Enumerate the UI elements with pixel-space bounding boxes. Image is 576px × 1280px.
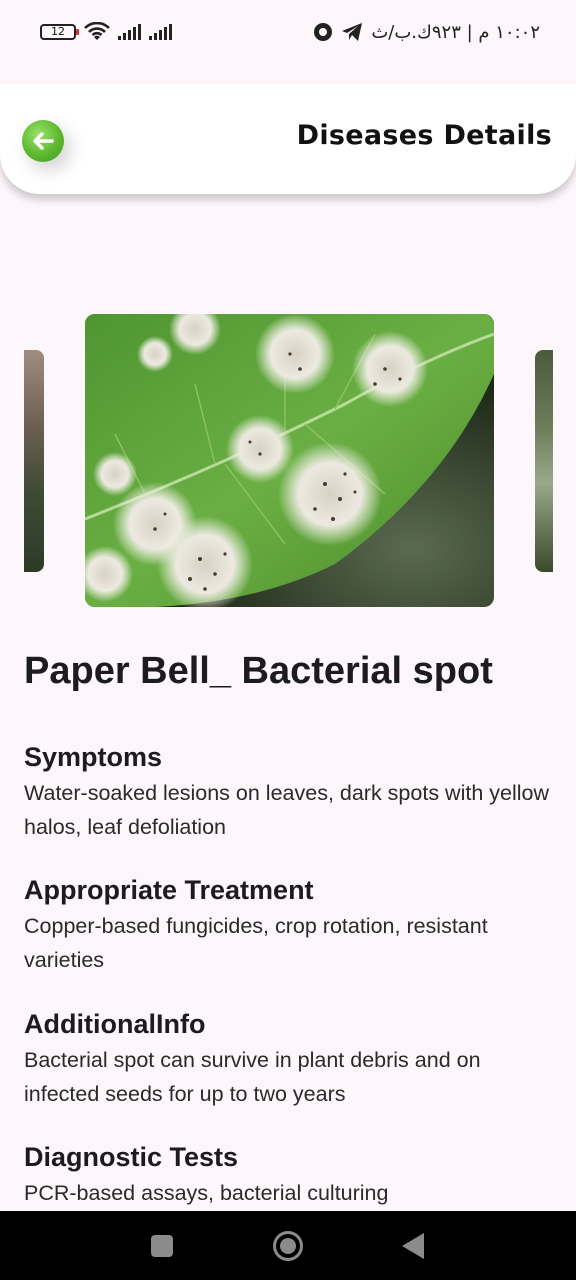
section-heading: Diagnostic Tests [24,1142,239,1172]
disease-name: Paper Bell_ Bacterial spot [24,650,493,692]
additional-info-section: AdditionalInfo Bacterial spot can surviv… [24,1007,554,1111]
status-left-icons: 12 [40,20,172,44]
section-heading: Symptoms [24,742,163,772]
section-text: PCR-based assays, bacterial culturing [24,1181,389,1205]
leaf-disease-photo [85,314,494,607]
system-nav-bar [0,1211,576,1280]
diagnostic-tests-section: Diagnostic Tests PCR-based assays, bacte… [24,1140,554,1211]
status-time: ١٠:٠٢ م | ٩٢٣ك.ب/ث [371,21,540,43]
disease-image[interactable] [85,314,494,607]
wifi-icon [84,22,110,40]
section-heading: AdditionalInfo [24,1009,206,1039]
signal-icon [118,24,141,40]
symptoms-section: Symptoms Water-soaked lesions on leaves,… [24,740,554,844]
battery-level: 12 [51,25,65,38]
vpn-icon [314,23,333,41]
section-heading: Appropriate Treatment [24,875,314,905]
section-text: Bacterial spot can survive in plant debr… [24,1048,481,1106]
telegram-icon [342,23,363,41]
back-triangle-icon[interactable] [402,1233,424,1259]
carousel-prev-image[interactable] [24,350,44,572]
home-circle-icon[interactable] [273,1231,303,1261]
carousel-next-image[interactable] [535,350,553,572]
arrow-left-icon [33,132,54,150]
section-text: Water-soaked lesions on leaves, dark spo… [24,781,549,839]
app-header: Diseases Details [0,84,576,194]
signal-icon [149,24,172,40]
section-text: Copper-based fungicides, crop rotation, … [24,914,488,972]
status-right: ١٠:٠٢ م | ٩٢٣ك.ب/ث [313,20,540,44]
recents-square-icon[interactable] [151,1235,173,1257]
battery-icon: 12 [40,24,79,40]
page-title: Diseases Details [296,120,552,151]
image-carousel[interactable] [0,312,576,608]
back-button[interactable] [22,120,64,162]
treatment-section: Appropriate Treatment Copper-based fungi… [24,873,554,977]
status-bar: 12 ١٠:٠٢ م | ٩٢٣ك.ب/ث [0,0,576,64]
